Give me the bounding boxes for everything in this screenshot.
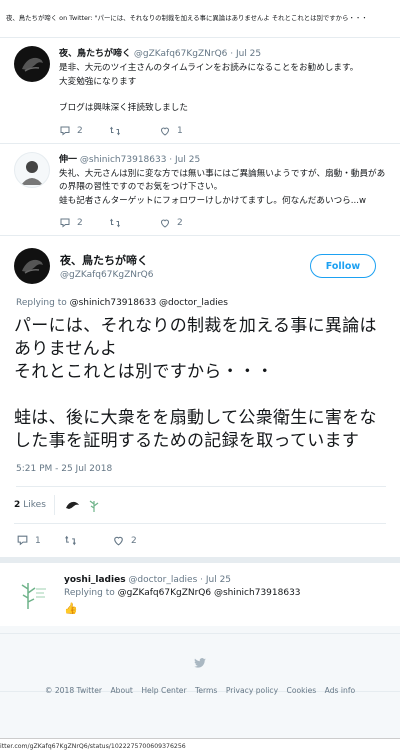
reply-count: 2 bbox=[77, 218, 83, 228]
bird-silhouette-icon bbox=[22, 259, 43, 274]
tweet-item[interactable]: 夜、鳥たちが啼く @gZKafq67KgZNrQ6 · Jul 25 是非、大元… bbox=[0, 38, 400, 144]
status-url-bar: itter.com/gZKafq67KgZNrQ6/status/1022275… bbox=[0, 738, 400, 755]
liker-avatar[interactable] bbox=[84, 496, 103, 514]
likes-count: 2 bbox=[14, 500, 21, 510]
plant-logo-icon bbox=[89, 500, 99, 512]
tweet-line: 是非、大元のツイ主さんのタイムラインをお読みになることをお勧めします。 bbox=[59, 63, 359, 73]
heart-icon bbox=[114, 536, 123, 546]
retweet-icon bbox=[65, 535, 76, 546]
reply-button[interactable]: 2 bbox=[59, 125, 109, 137]
heart-icon bbox=[160, 219, 170, 228]
reply-icon bbox=[60, 218, 70, 228]
avatar[interactable] bbox=[14, 46, 50, 82]
footer-link-cookies[interactable]: Cookies bbox=[287, 686, 317, 695]
follow-button[interactable]: Follow bbox=[310, 254, 376, 278]
replying-prefix: Replying to bbox=[16, 298, 70, 308]
plant-logo-icon bbox=[21, 583, 46, 609]
likes-label: Likes bbox=[23, 500, 46, 510]
tweet-text: 失礼、大元さんは別に変な方では無い事にはご異論無いようですが、扇動・動員があの界… bbox=[59, 168, 390, 209]
footer-link-terms[interactable]: Terms bbox=[195, 686, 217, 695]
main-tweet-text: パーには、それなりの制裁を加える事に異論はありませんよ それとこれとは別ですから… bbox=[14, 315, 386, 453]
tweet-line: ブログは興味深く拝読致しました bbox=[59, 103, 188, 113]
tweet-line: 失礼、大元さんは別に変な方では無い事にはご異論無いようですが、扇動・動員があの界… bbox=[59, 168, 386, 193]
main-tweet: 夜、鳥たちが啼く @gZKafq67KgZNrQ6 Follow Replyin… bbox=[0, 236, 400, 557]
author-handle[interactable]: @gZKafq67KgZNrQ6 bbox=[60, 270, 310, 280]
bird-silhouette-icon bbox=[65, 501, 79, 509]
replying-to-links[interactable]: @gZKafq67KgZNrQ6 @shinich73918633 bbox=[118, 588, 301, 598]
reply-count: 2 bbox=[77, 125, 83, 136]
tweet-line: 蛙も記者さんターゲットにフォロワーけしかけてますし。何なんだあいつら...w bbox=[59, 195, 366, 206]
likes-summary[interactable]: 2 Likes bbox=[14, 487, 386, 524]
author-meta[interactable]: @shinich73918633 · Jul 25 bbox=[80, 155, 200, 165]
retweet-icon bbox=[110, 218, 120, 228]
tweet-line: 蛙は、後に大衆をを扇動して公衆衛生に害をなした事を証明するための記録を取っていま… bbox=[14, 408, 377, 451]
bird-silhouette-icon bbox=[22, 57, 43, 72]
like-count: 2 bbox=[177, 218, 183, 228]
twitter-bird-icon bbox=[194, 657, 206, 668]
footer-copyright: © 2018 Twitter bbox=[44, 686, 103, 695]
thumbs-up-emoji: 👍 bbox=[64, 602, 78, 615]
reply-icon bbox=[17, 535, 28, 546]
reply-button[interactable]: 2 bbox=[59, 217, 109, 229]
tweet-timestamp[interactable]: 5:21 PM - 25 Jul 2018 bbox=[16, 464, 386, 487]
retweet-button[interactable] bbox=[64, 534, 112, 547]
footer-link-about[interactable]: About bbox=[110, 686, 132, 695]
replying-to: Replying to @gZKafq67KgZNrQ6 @shinich739… bbox=[64, 588, 390, 598]
replying-prefix: Replying to bbox=[64, 588, 118, 598]
person-photo-icon bbox=[21, 160, 43, 185]
author-meta[interactable]: @gZKafq67KgZNrQ6 · Jul 25 bbox=[134, 49, 261, 59]
tweet-item[interactable]: 伸一 @shinich73918633 · Jul 25 失礼、大元さんは別に変… bbox=[0, 144, 400, 236]
tweet-line: パーには、それなりの制裁を加える事に異論はありませんよ bbox=[14, 316, 377, 359]
retweet-button[interactable] bbox=[109, 125, 159, 137]
heart-icon bbox=[160, 127, 170, 136]
footer-link-ads-info[interactable]: Ads info bbox=[325, 686, 356, 695]
retweet-icon bbox=[110, 126, 120, 135]
reply-tweet[interactable]: yoshi_ladies @doctor_ladies · Jul 25 Rep… bbox=[0, 563, 400, 634]
replying-to: Replying to @shinich73918633 @doctor_lad… bbox=[16, 298, 386, 308]
author-name[interactable]: 伸一 bbox=[59, 155, 77, 165]
author-name[interactable]: 夜、鳥たちが啼く bbox=[60, 252, 310, 268]
liker-avatar[interactable] bbox=[62, 496, 81, 514]
footer: © 2018 Twitter About Help Center Terms P… bbox=[0, 686, 400, 695]
footer-link-privacy[interactable]: Privacy policy bbox=[226, 686, 278, 695]
status-url: itter.com/gZKafq67KgZNrQ6/status/1022275… bbox=[0, 743, 186, 750]
like-button[interactable]: 2 bbox=[112, 534, 160, 547]
avatar[interactable] bbox=[18, 575, 48, 611]
retweet-button[interactable] bbox=[109, 217, 159, 229]
like-count: 2 bbox=[131, 535, 137, 546]
author-name[interactable]: yoshi_ladies bbox=[64, 575, 126, 585]
page-title-bar: 夜、鳥たちが啼く on Twitter: "パーには、それなりの制裁を加える事に… bbox=[0, 0, 400, 38]
like-count: 1 bbox=[177, 125, 183, 136]
tweet-text: 是非、大元のツイ主さんのタイムラインをお読みになることをお勧めします。 大変勉強… bbox=[59, 62, 390, 116]
footer-link-help-center[interactable]: Help Center bbox=[141, 686, 186, 695]
reply-icon bbox=[60, 126, 70, 136]
reply-count: 1 bbox=[35, 535, 41, 546]
reply-button[interactable]: 1 bbox=[16, 534, 64, 547]
like-button[interactable]: 2 bbox=[159, 217, 209, 229]
avatar[interactable] bbox=[14, 151, 50, 188]
tweet-line: 大変勉強になります bbox=[59, 76, 137, 87]
divider bbox=[53, 495, 55, 515]
tweet-line: それとこれとは別ですから・・・ bbox=[14, 362, 274, 382]
author-meta[interactable]: @doctor_ladies · Jul 25 bbox=[128, 575, 231, 585]
replying-to-links[interactable]: @shinich73918633 @doctor_ladies bbox=[70, 298, 228, 308]
like-button[interactable]: 1 bbox=[159, 125, 209, 137]
avatar[interactable] bbox=[14, 248, 50, 284]
page-title: 夜、鳥たちが啼く on Twitter: "パーには、それなりの制裁を加える事に… bbox=[6, 14, 368, 22]
timeline-end bbox=[0, 634, 400, 692]
author-name[interactable]: 夜、鳥たちが啼く bbox=[59, 49, 131, 59]
